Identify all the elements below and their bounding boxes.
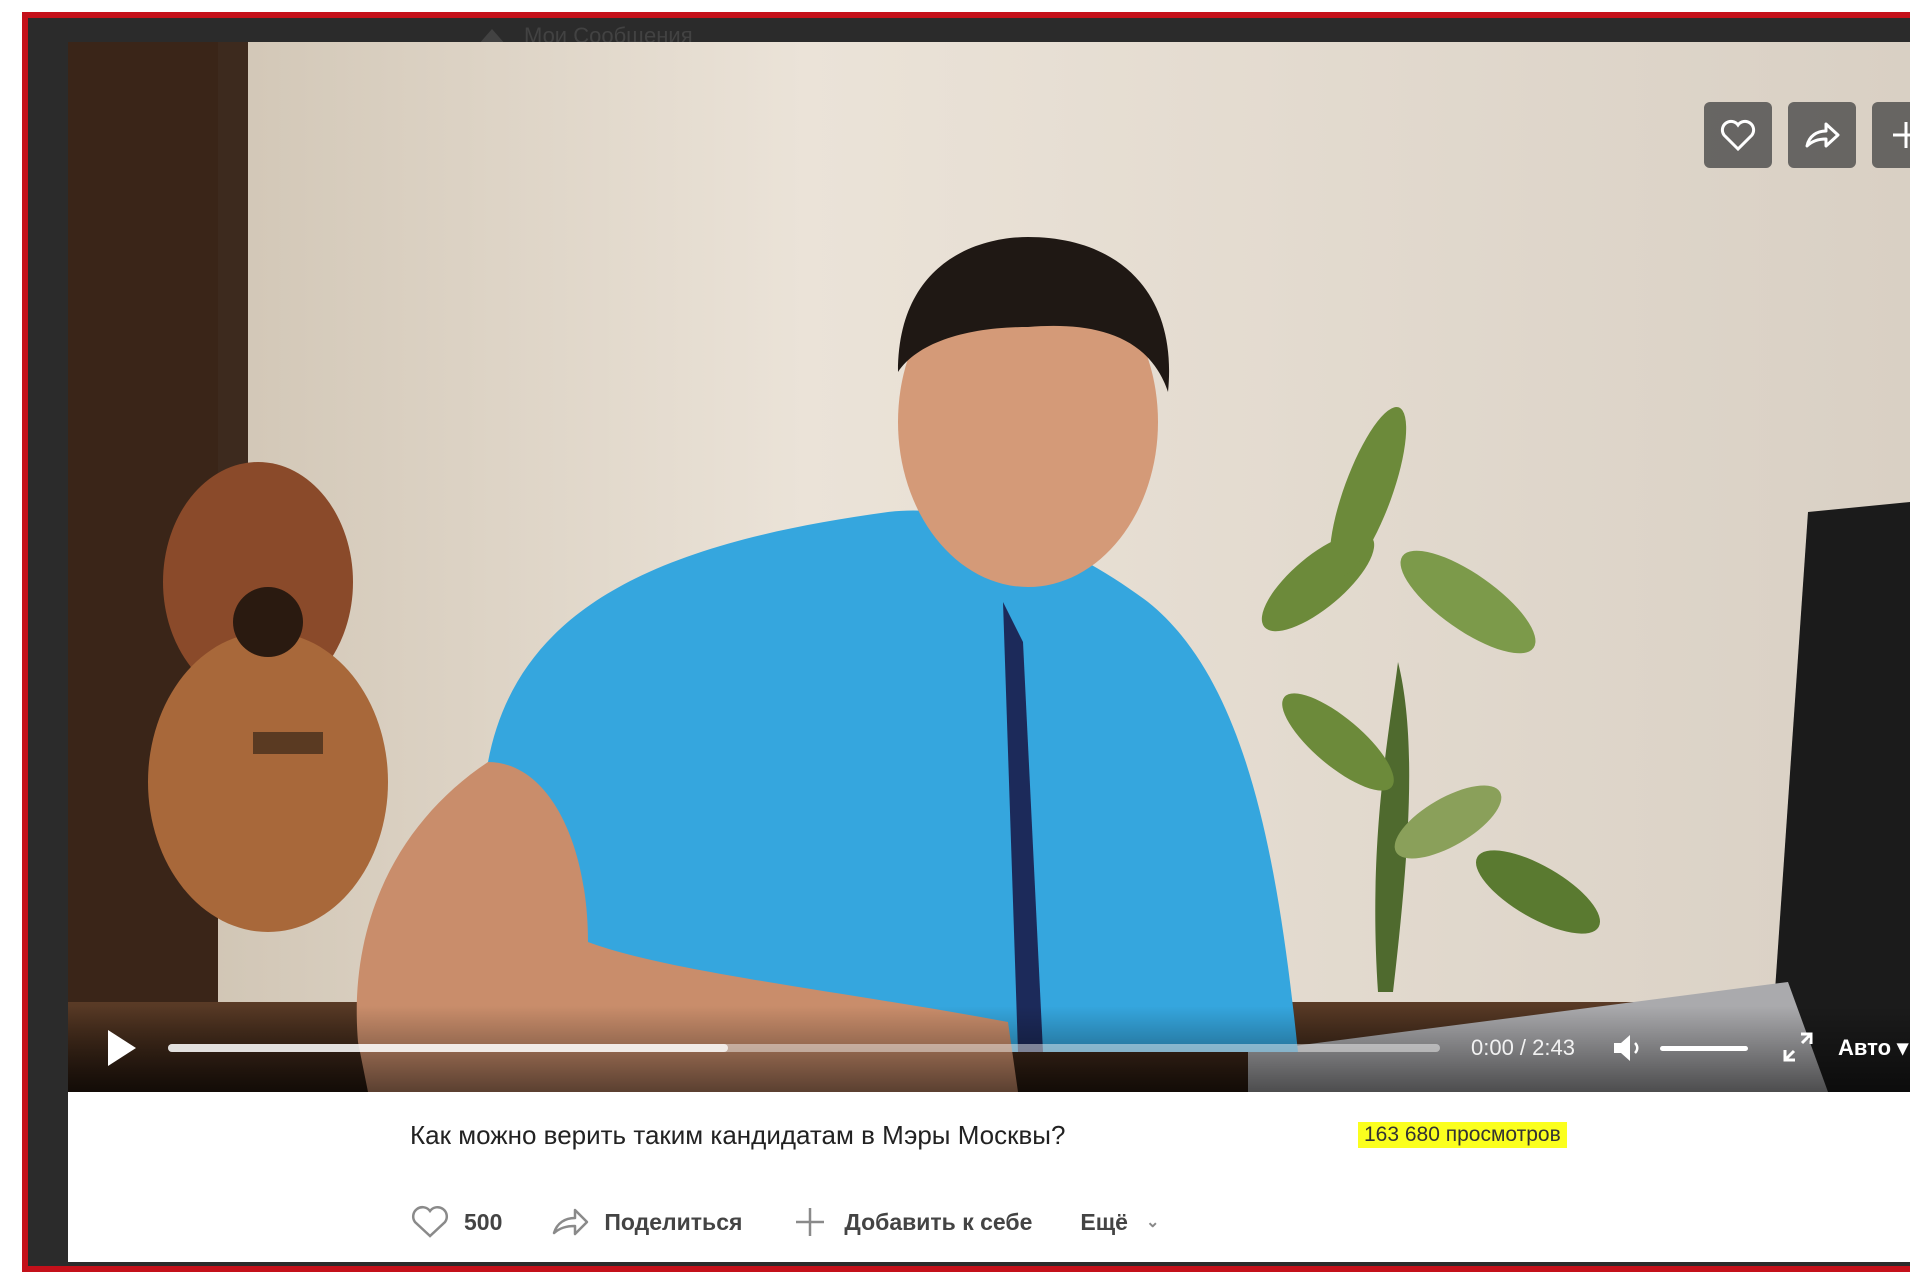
video-frame [68, 42, 1910, 1092]
share-button[interactable]: Поделиться [550, 1205, 742, 1239]
more-label: Ещё [1080, 1208, 1128, 1235]
video-player[interactable]: 0:00 / 2:43 Авто ▾ [68, 42, 1910, 1092]
more-button[interactable]: Ещё ⌄ [1080, 1209, 1159, 1236]
like-count: 500 [464, 1208, 503, 1235]
add-button[interactable]: Добавить к себе [790, 1205, 1032, 1239]
video-info: Как можно верить таким кандидатам в Мэры… [68, 1092, 1910, 1262]
heart-outline-icon [412, 1206, 448, 1238]
progress-bar[interactable] [168, 1044, 1440, 1052]
video-actions: 500 Поделиться Добавить к себе Ещё ⌄ [410, 1202, 1159, 1242]
quality-selector[interactable]: Авто ▾ [1838, 1032, 1908, 1064]
volume-icon[interactable] [1610, 1030, 1646, 1066]
share-icon[interactable] [1788, 102, 1856, 168]
add-label: Добавить к себе [844, 1208, 1033, 1235]
video-title: Как можно верить таким кандидатам в Мэры… [410, 1120, 1066, 1150]
plus-icon-small [796, 1208, 825, 1236]
overlay-actions [1704, 102, 1910, 168]
heart-icon[interactable] [1704, 102, 1772, 168]
volume-slider[interactable] [1660, 1046, 1748, 1051]
plus-icon[interactable] [1872, 102, 1910, 168]
chevron-down-icon: ⌄ [1145, 1214, 1160, 1231]
like-button[interactable]: 500 [410, 1205, 502, 1239]
view-count: 163 680 просмотров [1358, 1122, 1567, 1148]
fullscreen-icon[interactable] [1781, 1030, 1815, 1064]
quality-label: Авто [1838, 1035, 1892, 1060]
play-icon[interactable] [104, 1028, 140, 1068]
progress-buffered [168, 1044, 728, 1052]
time-display: 0:00 / 2:43 [1471, 1035, 1575, 1060]
player-controls: 0:00 / 2:43 Авто ▾ [68, 1006, 1910, 1092]
share-arrow-icon [553, 1208, 589, 1236]
share-label: Поделиться [604, 1208, 743, 1235]
